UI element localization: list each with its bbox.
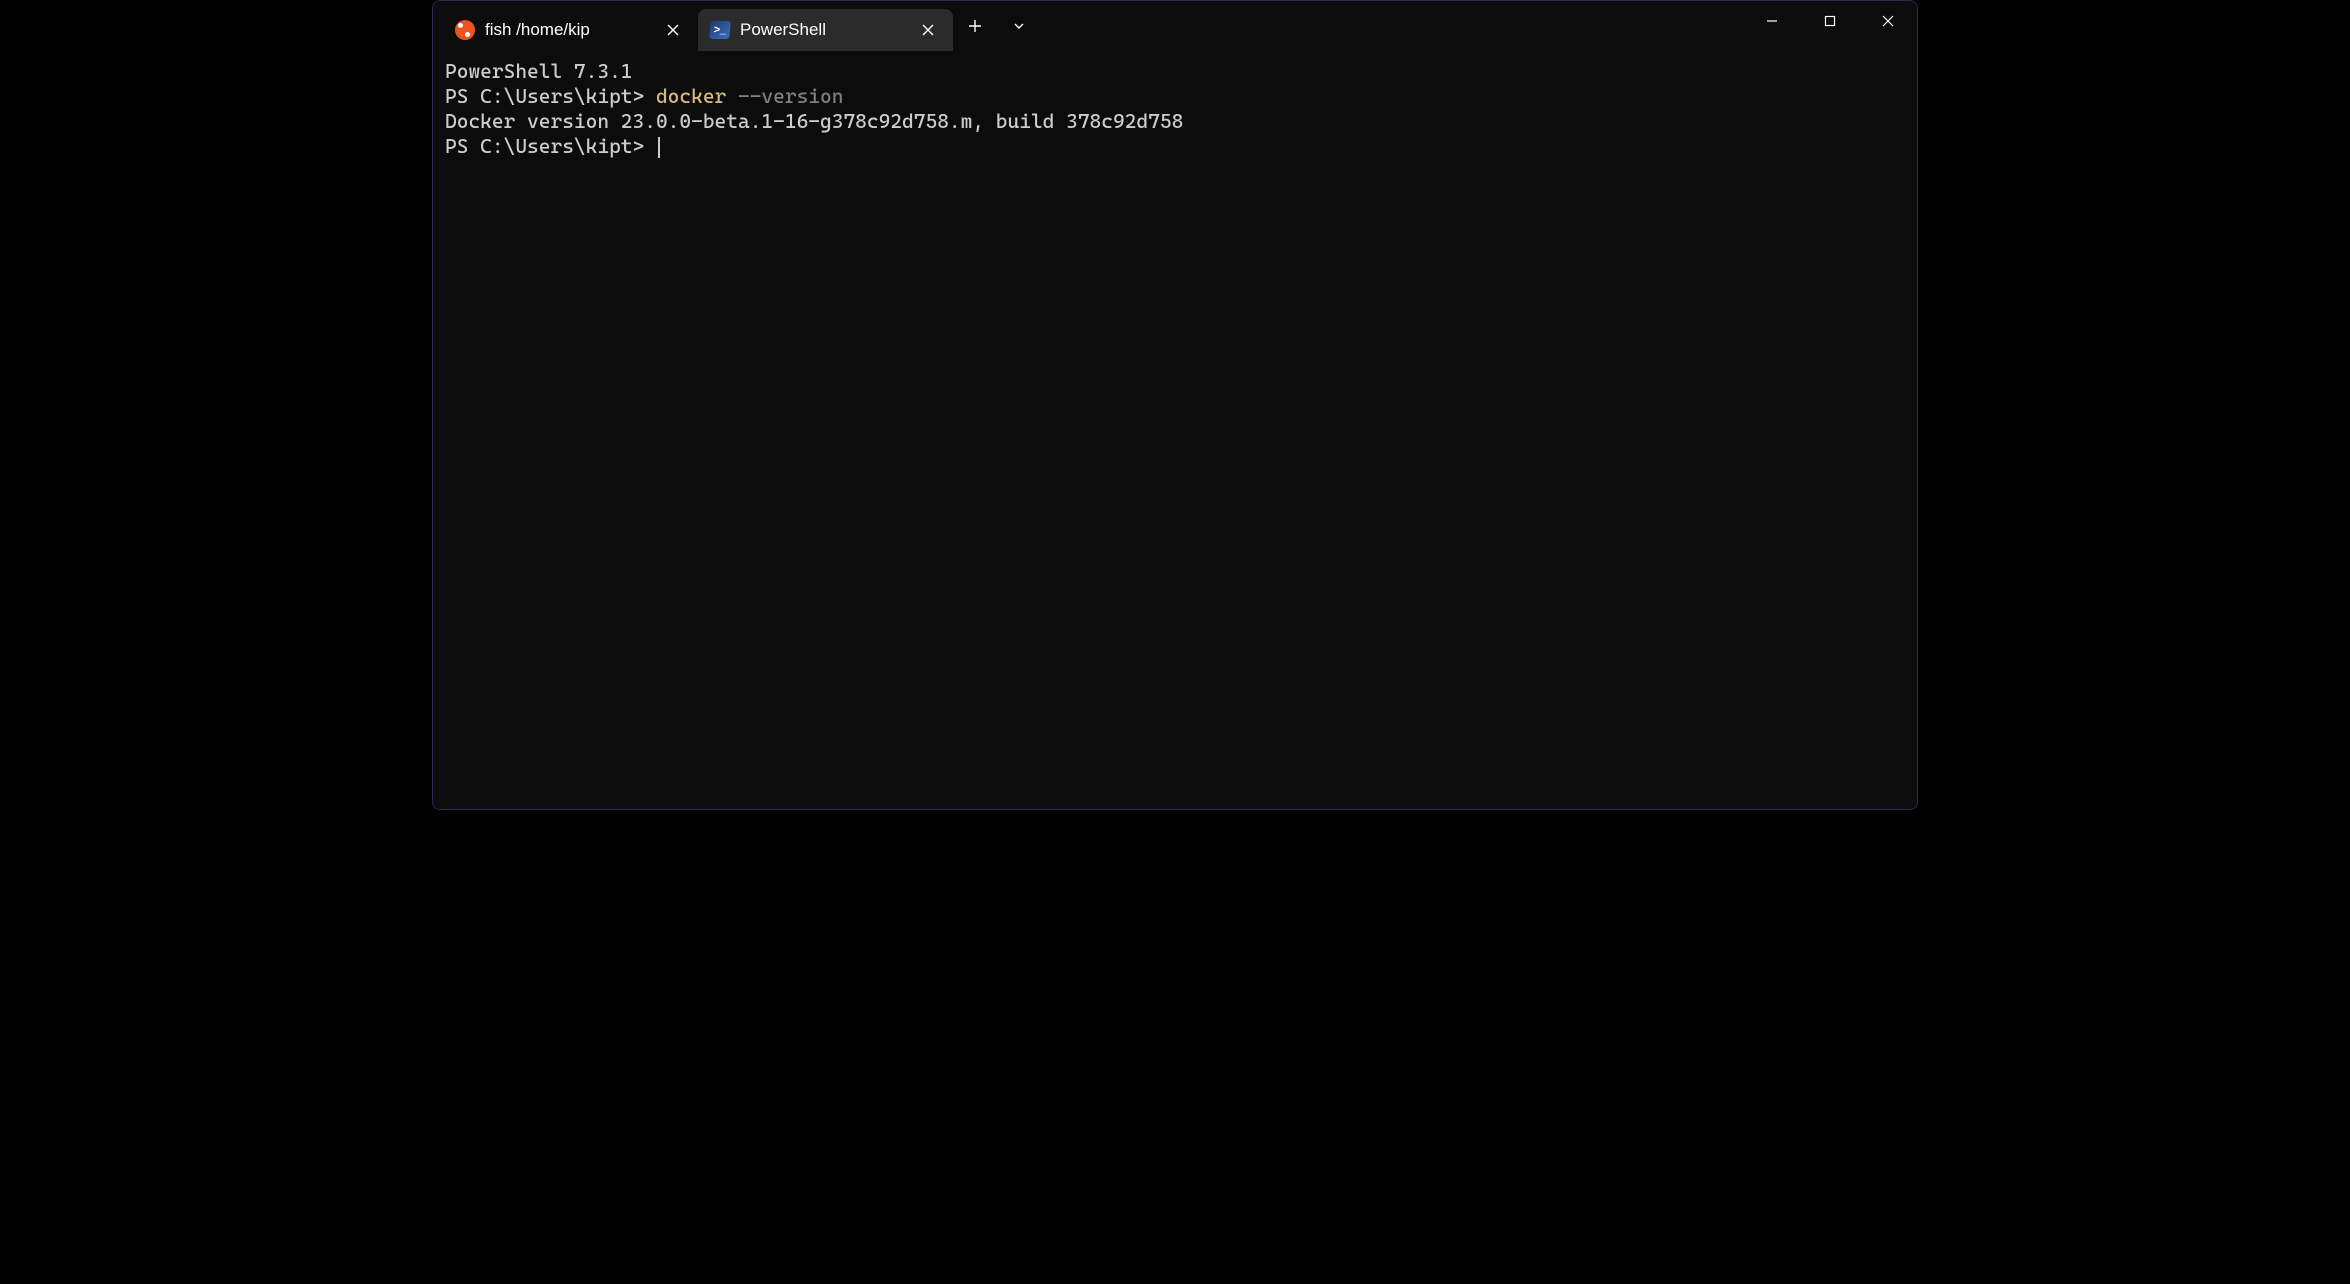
tab-label: fish /home/kip [485, 20, 650, 40]
command-arg: --version [738, 84, 843, 108]
output-line: Docker version 23.0.0-beta.1-16-g378c92d… [445, 109, 1183, 133]
tab-fish[interactable]: fish /home/kip [443, 9, 698, 51]
prompt: PS C:\Users\kipt> [445, 84, 644, 108]
banner-line: PowerShell 7.3.1 [445, 59, 633, 83]
close-tab-button[interactable] [660, 17, 686, 43]
tab-label: PowerShell [740, 20, 905, 40]
powershell-icon: >_ [710, 20, 730, 40]
tab-strip: fish /home/kip >_ PowerShell [443, 1, 953, 51]
ubuntu-icon [455, 20, 475, 40]
minimize-button[interactable] [1743, 1, 1801, 41]
titlebar[interactable]: fish /home/kip >_ PowerShell [433, 1, 1917, 51]
terminal-window: fish /home/kip >_ PowerShell [432, 0, 1918, 810]
cursor [658, 137, 660, 158]
close-window-button[interactable] [1859, 1, 1917, 41]
prompt: PS C:\Users\kipt> [445, 134, 644, 158]
titlebar-drag-region[interactable] [1041, 1, 1743, 51]
command: docker [656, 84, 726, 108]
tab-dropdown-button[interactable] [997, 1, 1041, 51]
new-tab-button[interactable] [953, 1, 997, 51]
terminal-viewport[interactable]: PowerShell 7.3.1 PS C:\Users\kipt> docke… [433, 51, 1917, 809]
window-controls [1743, 1, 1917, 51]
tab-powershell[interactable]: >_ PowerShell [698, 9, 953, 51]
close-tab-button[interactable] [915, 17, 941, 43]
maximize-button[interactable] [1801, 1, 1859, 41]
